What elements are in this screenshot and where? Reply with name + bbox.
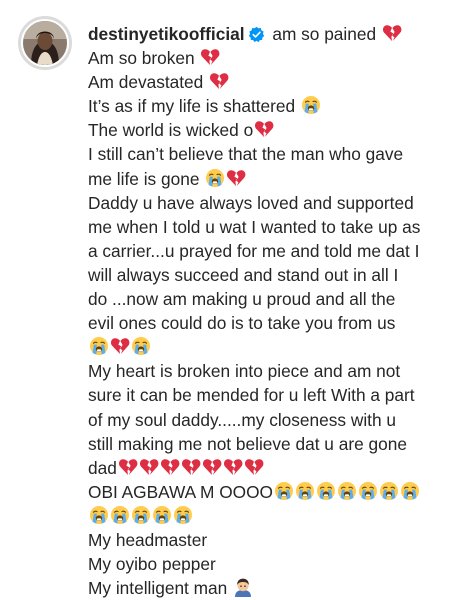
loudly-crying-face-emoji-icon <box>110 505 130 525</box>
loudly-crying-face-emoji-icon <box>316 481 336 501</box>
caption-text: My headmaster <box>88 529 208 550</box>
man-emoji-icon <box>233 577 253 597</box>
caption-line: The world is wicked o <box>88 118 472 142</box>
username-link[interactable]: destinyetikoofficial <box>88 24 245 44</box>
caption-text: Am devastated <box>88 72 209 93</box>
broken-heart-emoji-icon <box>181 457 201 477</box>
verified-badge-icon <box>248 26 265 43</box>
caption-text: dad <box>88 457 117 478</box>
caption-text: The world is wicked o <box>88 120 254 141</box>
caption-text: My intelligent man <box>88 578 233 599</box>
avatar-ring[interactable] <box>18 16 72 70</box>
caption-line: of my soul daddy.....my closeness with u <box>88 408 472 432</box>
caption-line: still making me not believe dat u are go… <box>88 432 472 456</box>
caption-text: me when I told u wat I wanted to take up… <box>88 216 421 237</box>
broken-heart-emoji-icon <box>118 457 138 477</box>
loudly-crying-face-emoji-icon <box>152 505 172 525</box>
caption-text: me life is gone <box>88 168 205 189</box>
broken-heart-emoji-icon <box>226 168 246 188</box>
loudly-crying-face-emoji-icon <box>89 505 109 525</box>
caption-line: evil ones could do is to take you from u… <box>88 311 472 335</box>
caption-line: destinyetikoofficial am so pained <box>88 22 472 46</box>
broken-heart-emoji-icon <box>223 457 243 477</box>
post-caption: destinyetikoofficial am so pained Am so … <box>88 22 472 600</box>
loudly-crying-face-emoji-icon <box>89 336 109 356</box>
broken-heart-emoji-icon <box>382 23 402 43</box>
broken-heart-emoji-icon <box>110 336 130 356</box>
caption-line: My oyibo pepper <box>88 552 472 576</box>
caption-text: am so pained <box>267 24 381 44</box>
caption-line: My heart is broken into piece and am not <box>88 359 472 383</box>
loudly-crying-face-emoji-icon <box>400 481 420 501</box>
loudly-crying-face-emoji-icon <box>295 481 315 501</box>
caption-text: a carrier...u prayed for me and told me … <box>88 240 420 261</box>
caption-text: My oyibo pepper <box>88 554 216 575</box>
caption-line <box>88 335 472 359</box>
caption-text: Am so broken <box>88 48 200 69</box>
caption-line <box>88 504 472 528</box>
broken-heart-emoji-icon <box>254 119 274 139</box>
caption-line: My headmaster <box>88 528 472 552</box>
broken-heart-emoji-icon <box>160 457 180 477</box>
caption-text: evil ones could do is to take you from u… <box>88 313 396 334</box>
loudly-crying-face-emoji-icon <box>274 481 294 501</box>
caption-line: do ...now am making u proud and all the <box>88 287 472 311</box>
caption-line: My intelligent man <box>88 576 472 600</box>
caption-line: sure it can be mended for u left With a … <box>88 383 472 407</box>
caption-text: I still can’t believe that the man who g… <box>88 144 404 165</box>
broken-heart-emoji-icon <box>244 457 264 477</box>
loudly-crying-face-emoji-icon <box>173 505 193 525</box>
caption-line: I still can’t believe that the man who g… <box>88 142 472 166</box>
broken-heart-emoji-icon <box>139 457 159 477</box>
broken-heart-emoji-icon <box>200 47 220 67</box>
caption-text: My heart is broken into piece and am not <box>88 361 401 382</box>
caption-text: of my soul daddy.....my closeness with u <box>88 409 396 430</box>
broken-heart-emoji-icon <box>202 457 222 477</box>
caption-text: will always succeed and stand out in all… <box>88 264 399 285</box>
loudly-crying-face-emoji-icon <box>379 481 399 501</box>
caption-line: Am so broken <box>88 46 472 70</box>
caption-text: do ...now am making u proud and all the <box>88 289 396 310</box>
caption-line: dad <box>88 456 472 480</box>
caption-text: It’s as if my life is shattered <box>88 96 300 117</box>
caption-text: Daddy u have always loved and supported <box>88 192 414 213</box>
caption-line: Daddy u have always loved and supported <box>88 191 472 215</box>
avatar[interactable] <box>21 19 69 67</box>
caption-line: a carrier...u prayed for me and told me … <box>88 239 472 263</box>
caption-line: OBI AGBAWA M OOOO <box>88 480 472 504</box>
loudly-crying-face-emoji-icon <box>131 505 151 525</box>
caption-line: Am devastated <box>88 70 472 94</box>
broken-heart-emoji-icon <box>209 71 229 91</box>
caption-text: still making me not believe dat u are go… <box>88 433 407 454</box>
caption-line: It’s as if my life is shattered <box>88 94 472 118</box>
caption-line: me when I told u wat I wanted to take up… <box>88 215 472 239</box>
caption-line: will always succeed and stand out in all… <box>88 263 472 287</box>
caption-text: sure it can be mended for u left With a … <box>88 385 415 406</box>
profile-photo <box>23 21 67 65</box>
caption-line: me life is gone <box>88 167 472 191</box>
caption-text: OBI AGBAWA M OOOO <box>88 481 274 502</box>
loudly-crying-face-emoji-icon <box>301 95 321 115</box>
loudly-crying-face-emoji-icon <box>205 168 225 188</box>
loudly-crying-face-emoji-icon <box>131 336 151 356</box>
loudly-crying-face-emoji-icon <box>337 481 357 501</box>
loudly-crying-face-emoji-icon <box>358 481 378 501</box>
